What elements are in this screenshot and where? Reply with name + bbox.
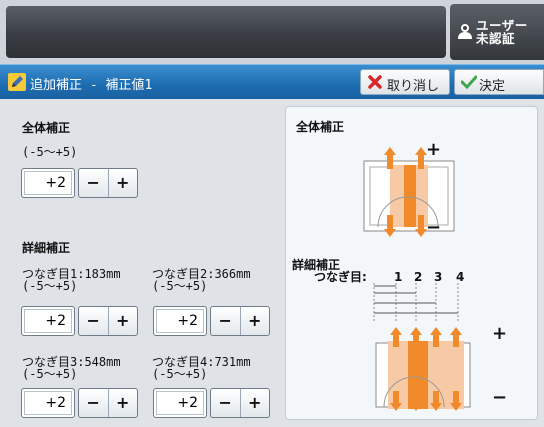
checkmark-icon: [461, 75, 477, 89]
illustration-panel: 全体補正 + − 詳細補正 つなぎ目: 1 2 3 4 + −: [285, 106, 538, 420]
overall-range: (-5〜+5): [22, 145, 78, 159]
screen-title: 追加補正 - 補正値1: [30, 78, 153, 93]
overall-correction-illustration: [363, 147, 455, 237]
seam3-stepper: − +: [78, 388, 138, 418]
cancel-button[interactable]: 取り消し: [360, 69, 450, 95]
seam4-stepper: − +: [210, 388, 270, 418]
seam-number-2: 2: [414, 270, 423, 284]
seam3-plus-button[interactable]: +: [107, 389, 138, 417]
seam2-stepper: − +: [210, 306, 270, 336]
overall-plus-sign: +: [426, 139, 442, 160]
user-status-line2: 未認証: [476, 31, 516, 46]
seam3-range: (-5〜+5): [22, 367, 78, 381]
seam3-value-field[interactable]: +2: [21, 388, 75, 418]
seam-number-1: 1: [394, 270, 403, 284]
settings-panel: 全体補正 (-5〜+5) +2 − + 詳細補正 つなぎ目1:183mm (-5…: [12, 104, 274, 420]
diagram-overall-title: 全体補正: [296, 120, 345, 134]
seam-number-4: 4: [456, 270, 465, 284]
overall-minus-button[interactable]: −: [79, 169, 108, 197]
overall-plus-button[interactable]: +: [107, 169, 138, 197]
seam4-range: (-5〜+5): [152, 367, 208, 381]
confirm-button[interactable]: 決定: [454, 69, 544, 95]
seam1-plus-button[interactable]: +: [107, 307, 138, 335]
diagram-seam-label: つなぎ目:: [314, 270, 367, 284]
cancel-label: 取り消し: [387, 79, 440, 94]
seam-number-3: 3: [434, 270, 443, 284]
title-bar: 追加補正 - 補正値1 取り消し 決定: [0, 64, 544, 99]
overall-stepper: − +: [78, 168, 138, 198]
overall-heading: 全体補正: [22, 121, 71, 135]
seam2-value-field[interactable]: +2: [153, 306, 207, 336]
seam4-minus-button[interactable]: −: [211, 389, 240, 417]
confirm-label: 決定: [479, 79, 506, 94]
message-area: [6, 6, 446, 58]
overall-value-field[interactable]: +2: [21, 168, 75, 198]
seam1-value-field[interactable]: +2: [21, 306, 75, 336]
seam1-minus-button[interactable]: −: [79, 307, 108, 335]
detail-minus-sign: −: [492, 387, 508, 408]
seam2-minus-button[interactable]: −: [211, 307, 240, 335]
seam3-minus-button[interactable]: −: [79, 389, 108, 417]
seam1-range: (-5〜+5): [22, 279, 78, 293]
seam4-plus-button[interactable]: +: [239, 389, 270, 417]
pencil-icon: [8, 73, 26, 91]
top-bar: ユーザー 未認証: [0, 0, 544, 64]
seam4-value-field[interactable]: +2: [153, 388, 207, 418]
seam-correction-illustration: [373, 283, 471, 411]
seam2-plus-button[interactable]: +: [239, 307, 270, 335]
overall-minus-sign: −: [426, 217, 442, 238]
detail-heading: 詳細補正: [22, 241, 71, 255]
x-icon: [368, 75, 382, 89]
user-icon: [458, 24, 472, 39]
seam2-range: (-5〜+5): [152, 279, 208, 293]
detail-plus-sign: +: [492, 323, 508, 344]
seam1-stepper: − +: [78, 306, 138, 336]
user-login-button[interactable]: ユーザー 未認証: [450, 4, 544, 60]
